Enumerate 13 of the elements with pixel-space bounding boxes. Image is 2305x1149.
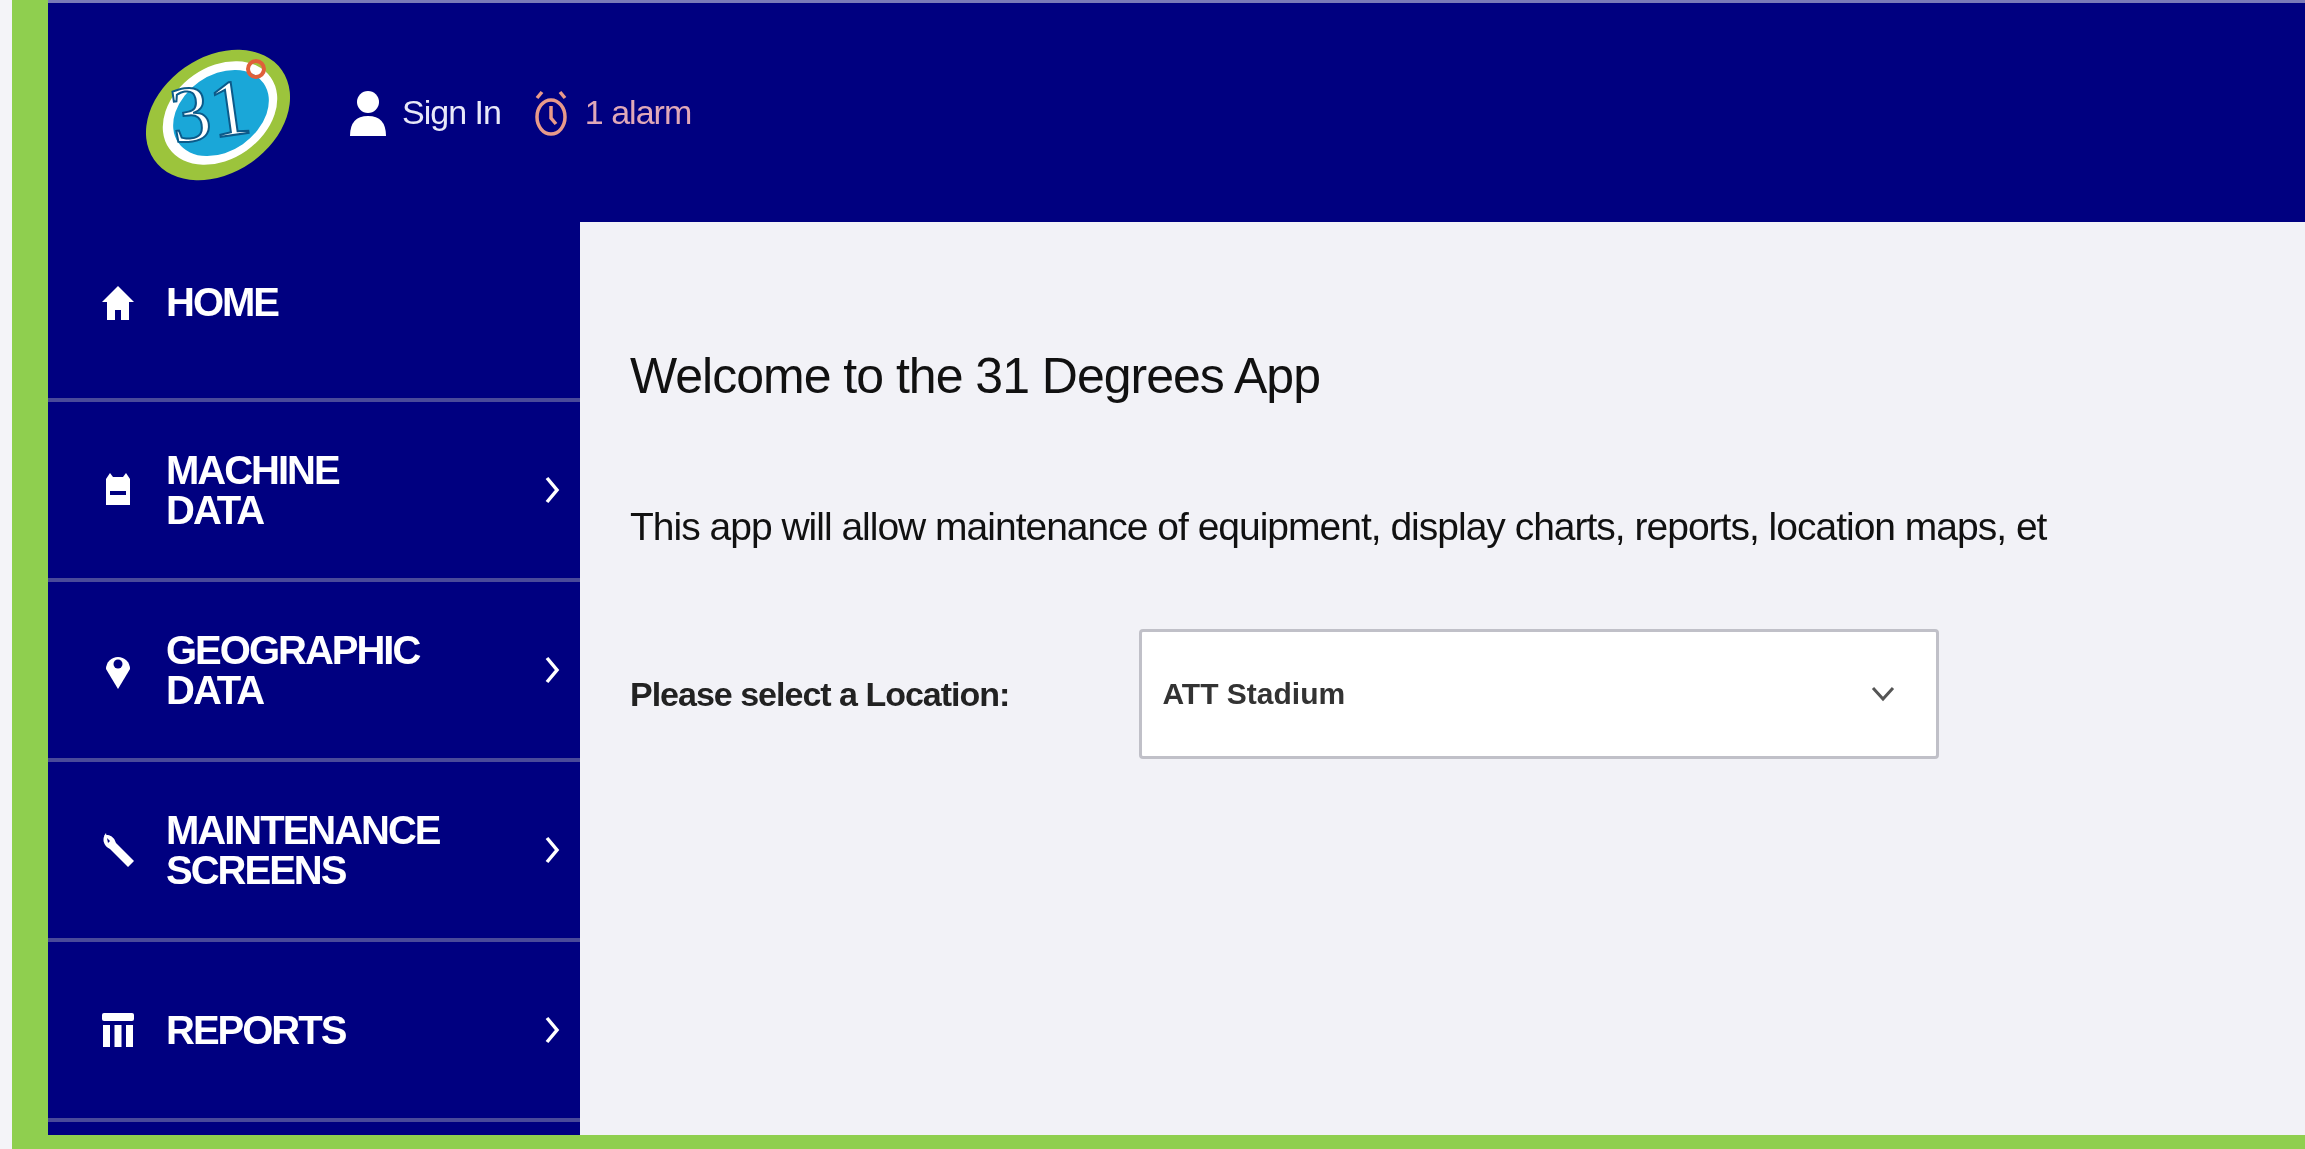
alarm-link[interactable]: 1 alarm (530, 87, 692, 138)
description-text: This app will allow maintenance of equipment, display charts, reports, location maps, et (630, 505, 2048, 549)
sidebar-item[interactable]: REPORTS (48, 942, 580, 1122)
sidebar-item[interactable]: MAINTENANCE SCREENS (48, 762, 580, 942)
location-dropdown[interactable]: ATT Stadium (1139, 629, 1940, 759)
sidebar-item[interactable]: HOME (48, 222, 580, 402)
sign-in-link[interactable]: Sign In (348, 89, 501, 136)
user-icon (348, 89, 388, 136)
page-title: Welcome to the 31 Degrees App (630, 347, 1321, 405)
sidebar-item[interactable]: MACHINE DATA (48, 402, 580, 582)
chevron-down-icon (1870, 685, 1897, 703)
location-label: Please select a Location: (630, 674, 1010, 714)
sidebar-item[interactable]: GEOGRAPHIC DATA (48, 582, 580, 762)
